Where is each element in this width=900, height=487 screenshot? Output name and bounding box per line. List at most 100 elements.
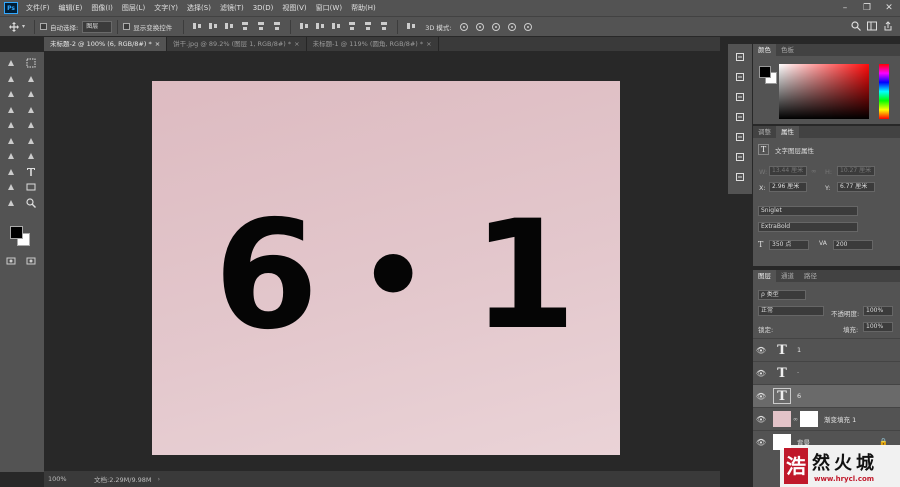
path-select-icon[interactable] <box>4 180 18 194</box>
align-left-icon[interactable] <box>239 20 251 32</box>
hand-icon[interactable] <box>4 196 18 210</box>
marquee-icon[interactable] <box>24 56 38 70</box>
menu-layer[interactable]: 图层(L) <box>122 3 145 13</box>
zoom-level[interactable]: 100% <box>48 475 88 483</box>
height-field[interactable]: 10.27 厘米 <box>837 166 875 176</box>
rectangle-icon[interactable] <box>24 180 38 194</box>
width-field[interactable]: 13.44 厘米 <box>769 166 807 176</box>
history-brush-icon[interactable] <box>24 118 38 132</box>
blend-mode-dropdown[interactable]: 正常 <box>758 306 824 316</box>
move-icon[interactable] <box>4 56 18 70</box>
link-icon[interactable]: ∞ <box>811 167 816 175</box>
layer-row[interactable]: 👁 ∞ 渐变填充 1 <box>753 407 900 430</box>
adjustments-icon[interactable] <box>733 110 747 124</box>
document-size[interactable]: 文档:2.29M/9.98M <box>94 474 152 484</box>
distribute-vcenter-icon[interactable] <box>314 20 326 32</box>
blur-icon[interactable] <box>4 149 18 163</box>
fill-field[interactable]: 100% <box>863 322 893 332</box>
auto-select-checkbox[interactable] <box>40 23 48 30</box>
paragraph-icon[interactable] <box>733 170 747 184</box>
distribute-right-icon[interactable] <box>378 20 390 32</box>
screen-mode-icon[interactable] <box>24 254 38 268</box>
eye-icon[interactable]: 👁 <box>753 438 769 447</box>
tab-document-1[interactable]: 未标题-2 @ 100% (6, RGB/8#) * × <box>44 37 168 51</box>
auto-select-dropdown[interactable]: 图层 <box>82 20 113 33</box>
info-icon[interactable] <box>733 90 747 104</box>
pen-icon[interactable] <box>4 165 18 179</box>
align-vcenter-icon[interactable] <box>207 20 219 32</box>
character-icon[interactable] <box>733 150 747 164</box>
foreground-color-swatch[interactable] <box>759 66 771 78</box>
chevron-down-icon[interactable]: ▾ <box>22 23 25 30</box>
tab-color[interactable]: 颜色 <box>753 44 776 56</box>
eyedropper-icon[interactable] <box>24 87 38 101</box>
align-top-icon[interactable] <box>191 20 203 32</box>
menu-type[interactable]: 文字(Y) <box>154 3 178 13</box>
scale-3d-icon[interactable] <box>522 21 534 33</box>
healing-brush-icon[interactable] <box>4 103 18 117</box>
status-arrow-icon[interactable]: › <box>158 475 161 483</box>
menu-edit[interactable]: 编辑(E) <box>59 3 83 13</box>
auto-align-icon[interactable] <box>405 20 417 32</box>
roll-3d-icon[interactable] <box>474 21 486 33</box>
font-size-field[interactable]: 350 点 <box>769 240 809 250</box>
search-icon[interactable] <box>850 20 862 32</box>
layer-row[interactable]: 👁 T 1 <box>753 338 900 361</box>
history-icon[interactable] <box>733 50 747 64</box>
actions-icon[interactable] <box>733 70 747 84</box>
maximize-icon[interactable]: ❐ <box>856 0 878 16</box>
menu-view[interactable]: 视图(V) <box>282 3 306 13</box>
align-bottom-icon[interactable] <box>223 20 235 32</box>
tracking-field[interactable]: 200 <box>833 240 873 250</box>
distribute-top-icon[interactable] <box>298 20 310 32</box>
layer-row-selected[interactable]: 👁 T 6 <box>753 384 900 407</box>
menu-help[interactable]: 帮助(H) <box>351 3 376 13</box>
close-tab-icon[interactable]: × <box>155 40 160 48</box>
crop-icon[interactable] <box>4 87 18 101</box>
gradient-icon[interactable] <box>24 134 38 148</box>
distribute-hcenter-icon[interactable] <box>362 20 374 32</box>
font-style-dropdown[interactable]: ExtraBold <box>758 222 858 232</box>
eraser-icon[interactable] <box>4 134 18 148</box>
dodge-icon[interactable] <box>24 149 38 163</box>
drag-3d-icon[interactable] <box>490 21 502 33</box>
tab-document-3[interactable]: 未标题-1 @ 119% (圆角, RGB/8#) * × <box>307 37 439 51</box>
eye-icon[interactable]: 👁 <box>753 415 769 424</box>
tab-properties[interactable]: 属性 <box>776 126 799 138</box>
y-field[interactable]: 6.77 厘米 <box>837 182 875 192</box>
opacity-field[interactable]: 100% <box>863 306 893 316</box>
distribute-left-icon[interactable] <box>346 20 358 32</box>
align-right-icon[interactable] <box>271 20 283 32</box>
menu-window[interactable]: 窗口(W) <box>316 3 342 13</box>
close-icon[interactable]: ✕ <box>878 0 900 16</box>
properties-icon[interactable] <box>733 130 747 144</box>
lasso-icon[interactable] <box>4 72 18 86</box>
share-icon[interactable] <box>882 20 894 32</box>
slide-3d-icon[interactable] <box>506 21 518 33</box>
layer-row[interactable]: 👁 T · <box>753 361 900 384</box>
close-tab-icon[interactable]: × <box>426 40 431 48</box>
eye-icon[interactable]: 👁 <box>753 369 769 378</box>
stamp-icon[interactable] <box>4 118 18 132</box>
tab-swatches[interactable]: 色板 <box>776 44 799 56</box>
eye-icon[interactable]: 👁 <box>753 392 769 401</box>
color-field[interactable] <box>779 64 869 119</box>
tab-paths[interactable]: 路径 <box>799 270 822 282</box>
workspace-icon[interactable] <box>866 20 878 32</box>
quick-mask-icon[interactable] <box>4 254 18 268</box>
tab-document-2[interactable]: 饼干.jpg @ 89.2% (图层 1, RGB/8#) * × <box>167 37 307 51</box>
align-hcenter-icon[interactable] <box>255 20 267 32</box>
distribute-bottom-icon[interactable] <box>330 20 342 32</box>
tab-adjustments[interactable]: 调整 <box>753 126 776 138</box>
text-layer-dot[interactable]: • <box>358 221 428 331</box>
menu-image[interactable]: 图像(I) <box>91 3 113 13</box>
x-field[interactable]: 2.96 厘米 <box>769 182 807 192</box>
document-canvas[interactable]: 6 • 1 <box>152 81 620 455</box>
text-layer-1[interactable]: 1 <box>472 201 576 351</box>
orbit-3d-icon[interactable] <box>458 21 470 33</box>
layer-filter-dropdown[interactable]: ρ 类型 <box>758 290 806 300</box>
tab-layers[interactable]: 图层 <box>753 270 776 282</box>
brush-icon[interactable] <box>24 103 38 117</box>
show-transform-checkbox[interactable] <box>123 23 131 30</box>
tab-channels[interactable]: 通道 <box>776 270 799 282</box>
